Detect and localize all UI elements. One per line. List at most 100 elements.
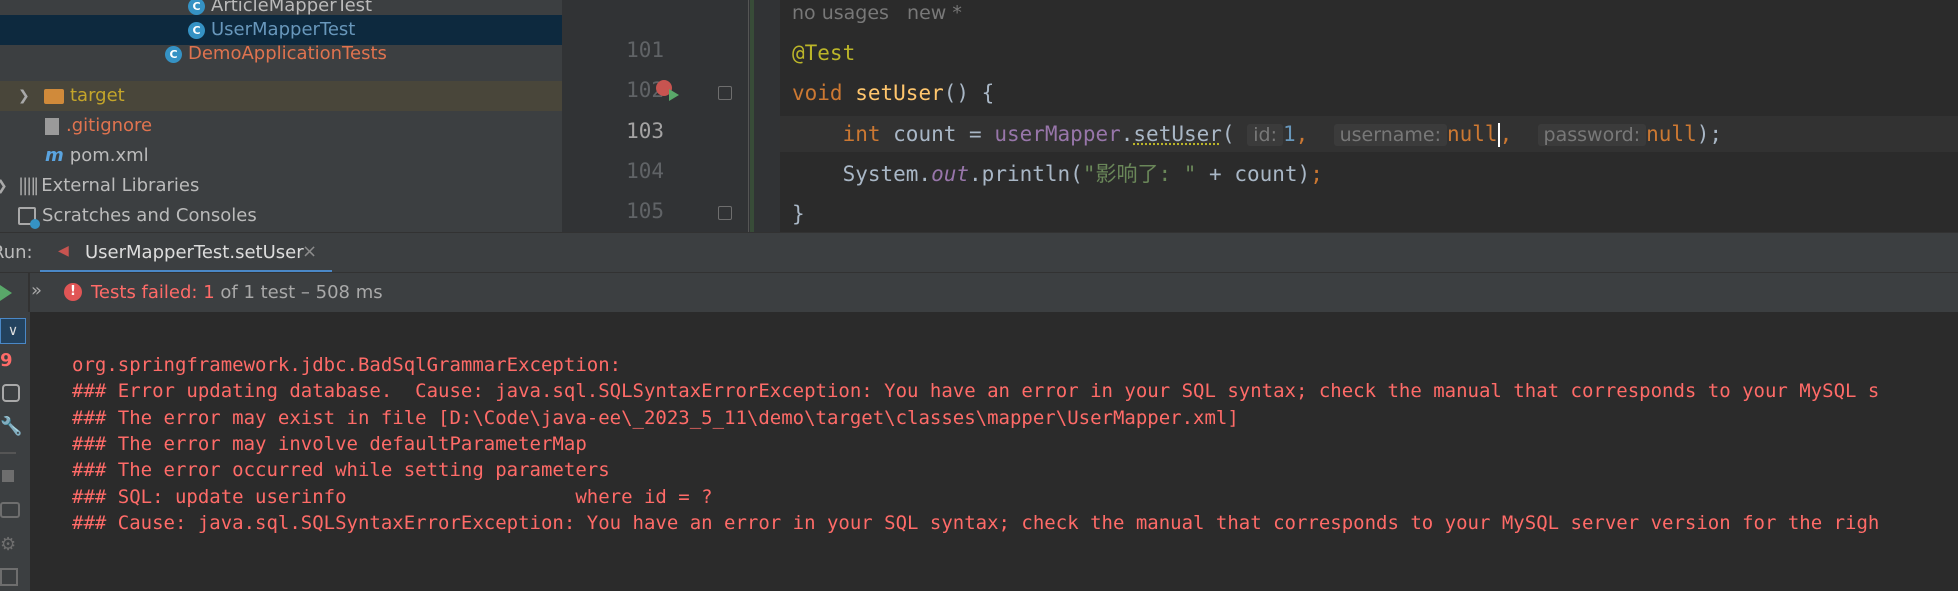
tree-item-label: Scratches and Consoles [42,205,257,226]
rerun-failed-icon[interactable] [2,384,20,402]
rerun-icon[interactable] [0,285,12,301]
keyword-token: void [792,81,843,105]
console-output[interactable]: org.springframework.jdbc.BadSqlGrammarEx… [28,312,1958,591]
code-line-101[interactable]: @Test [792,35,855,71]
code-token: . [1120,122,1134,146]
tree-item-target[interactable]: ❯ target [0,81,562,111]
code-token: , [1295,122,1309,146]
file-icon [45,117,59,135]
tree-item-label: pom.xml [69,145,149,166]
test-class-icon: C [188,21,205,39]
code-token: , [1499,122,1513,146]
tree-item-content: target [44,81,125,111]
run-tab-label: UserMapperTest.setUser [85,242,304,263]
keyword-token: null [1447,122,1498,146]
code-token: () { [943,81,995,105]
tree-item-label: target [70,85,125,106]
stop-icon[interactable] [2,470,14,482]
fold-icon[interactable] [718,206,732,220]
annotation-token: @Test [792,41,856,65]
folder-icon [44,88,64,104]
failed-tests-icon[interactable]: 9 [0,350,13,371]
method-name-token: setUser [855,81,944,105]
status-prefix: Tests failed: [91,282,204,303]
run-tab-bar: Run: ◀ UserMapperTest.setUser × [0,232,1958,273]
test-class-icon: C [165,45,182,63]
tree-item-pom[interactable]: m pom.xml [45,141,149,171]
tree-item-content: Scratches and Consoles [18,201,257,231]
console-line: ### The error may involve defaultParamet… [72,433,587,455]
console-line: ### SQL: update userinfo where id = ? [72,486,713,508]
code-line-103[interactable]: int count = userMapper.setUser( id: 1, us… [792,116,1722,152]
console-line: ### Cause: java.sql.SQLSyntaxErrorExcept… [72,512,1880,534]
string-token: "影响了: " [1082,162,1197,186]
scratches-icon [18,207,40,229]
line-number: 104 [626,159,664,183]
test-status-text: Tests failed: 1 of 1 test – 508 ms [91,282,383,303]
number-token: 1 [1282,122,1296,146]
test-class-icon: C [188,0,205,15]
library-icon: |||‖ [18,175,39,196]
change-marker [750,0,754,232]
static-field-token: out [931,162,970,186]
run-label: Run: [0,242,33,263]
chevron-right-icon[interactable]: ❯ [18,81,30,111]
line-number: 105 [626,199,664,223]
tree-item-label: UserMapperTest [211,19,356,40]
line-number-current: 103 [626,119,664,143]
run-status-bar: » ! Tests failed: 1 of 1 test – 508 ms [0,272,1958,314]
code-token: } [792,202,805,226]
tree-item-label: External Libraries [41,175,200,196]
code-line-102[interactable]: void setUser() { [792,75,994,111]
console-line: ### The error occurred while setting par… [72,459,610,481]
error-icon: ! [64,283,82,301]
tree-scrollbar[interactable] [562,0,572,232]
field-token: userMapper [994,122,1121,146]
code-token: ); [1696,122,1723,146]
code-token: .println( [969,162,1083,186]
code-line-105[interactable]: } [792,196,805,232]
camera-icon[interactable] [0,502,20,518]
fold-icon[interactable] [718,86,732,100]
tree-item-demoapplicationtests[interactable]: C DemoApplicationTests [165,39,387,69]
divider [0,452,16,454]
chevron-right-icon[interactable]: ❯ [0,171,8,201]
run-side-toolbar: ∨ 9 🔧 ⚙ [0,312,28,591]
code-token: + count) [1196,162,1311,186]
maven-icon: m [45,145,64,166]
divider [28,273,30,313]
keyword-token: null [1646,122,1697,146]
tree-item-gitignore[interactable]: .gitignore [45,111,152,141]
usage-hint[interactable]: no usages new * [792,0,962,31]
console-line: ### The error may exist in file [D:\Code… [72,407,1239,429]
param-hint: id: [1247,124,1283,146]
line-number: 101 [626,38,664,62]
tree-item-label: .gitignore [66,115,153,136]
console-line: ### Error updating database. Cause: java… [72,380,1880,402]
layout-icon[interactable] [0,568,18,586]
code-token: ; [1310,162,1323,186]
line-number: 102 [626,78,664,102]
method-call-token: setUser [1133,122,1222,146]
status-suffix: of 1 test – 508 ms [214,282,383,303]
chevron-down-icon[interactable]: ∨ [0,318,26,344]
console-line: org.springframework.jdbc.BadSqlGrammarEx… [72,354,622,376]
param-hint: username: [1333,124,1447,146]
tree-item-label: DemoApplicationTests [188,43,387,64]
project-tree: C ArticleMapperTest C UserMapperTest C Demo… [0,0,572,232]
close-tab-icon[interactable]: × [302,241,317,262]
code-line-104[interactable]: System.out.println("影响了: " + count); [792,156,1323,192]
expand-toolbar-icon[interactable]: » [31,280,42,301]
run-tab[interactable]: ◀ UserMapperTest.setUser × [40,233,332,273]
code-token: ( [1221,122,1235,146]
code-editor[interactable]: ● no usages new * @Test void setUser() {… [780,0,1958,232]
failed-count: 1 [203,282,215,303]
tree-item-content: |||‖ External Libraries [18,171,199,201]
settings-icon[interactable]: ⚙ [0,534,16,555]
code-token: System. [842,162,932,186]
wrench-icon[interactable]: 🔧 [0,416,22,437]
gutter-divider [748,0,749,232]
param-hint: password: [1537,124,1647,146]
run-gutter-icon[interactable] [669,89,679,101]
tree-item-label: ArticleMapperTest [211,0,373,16]
